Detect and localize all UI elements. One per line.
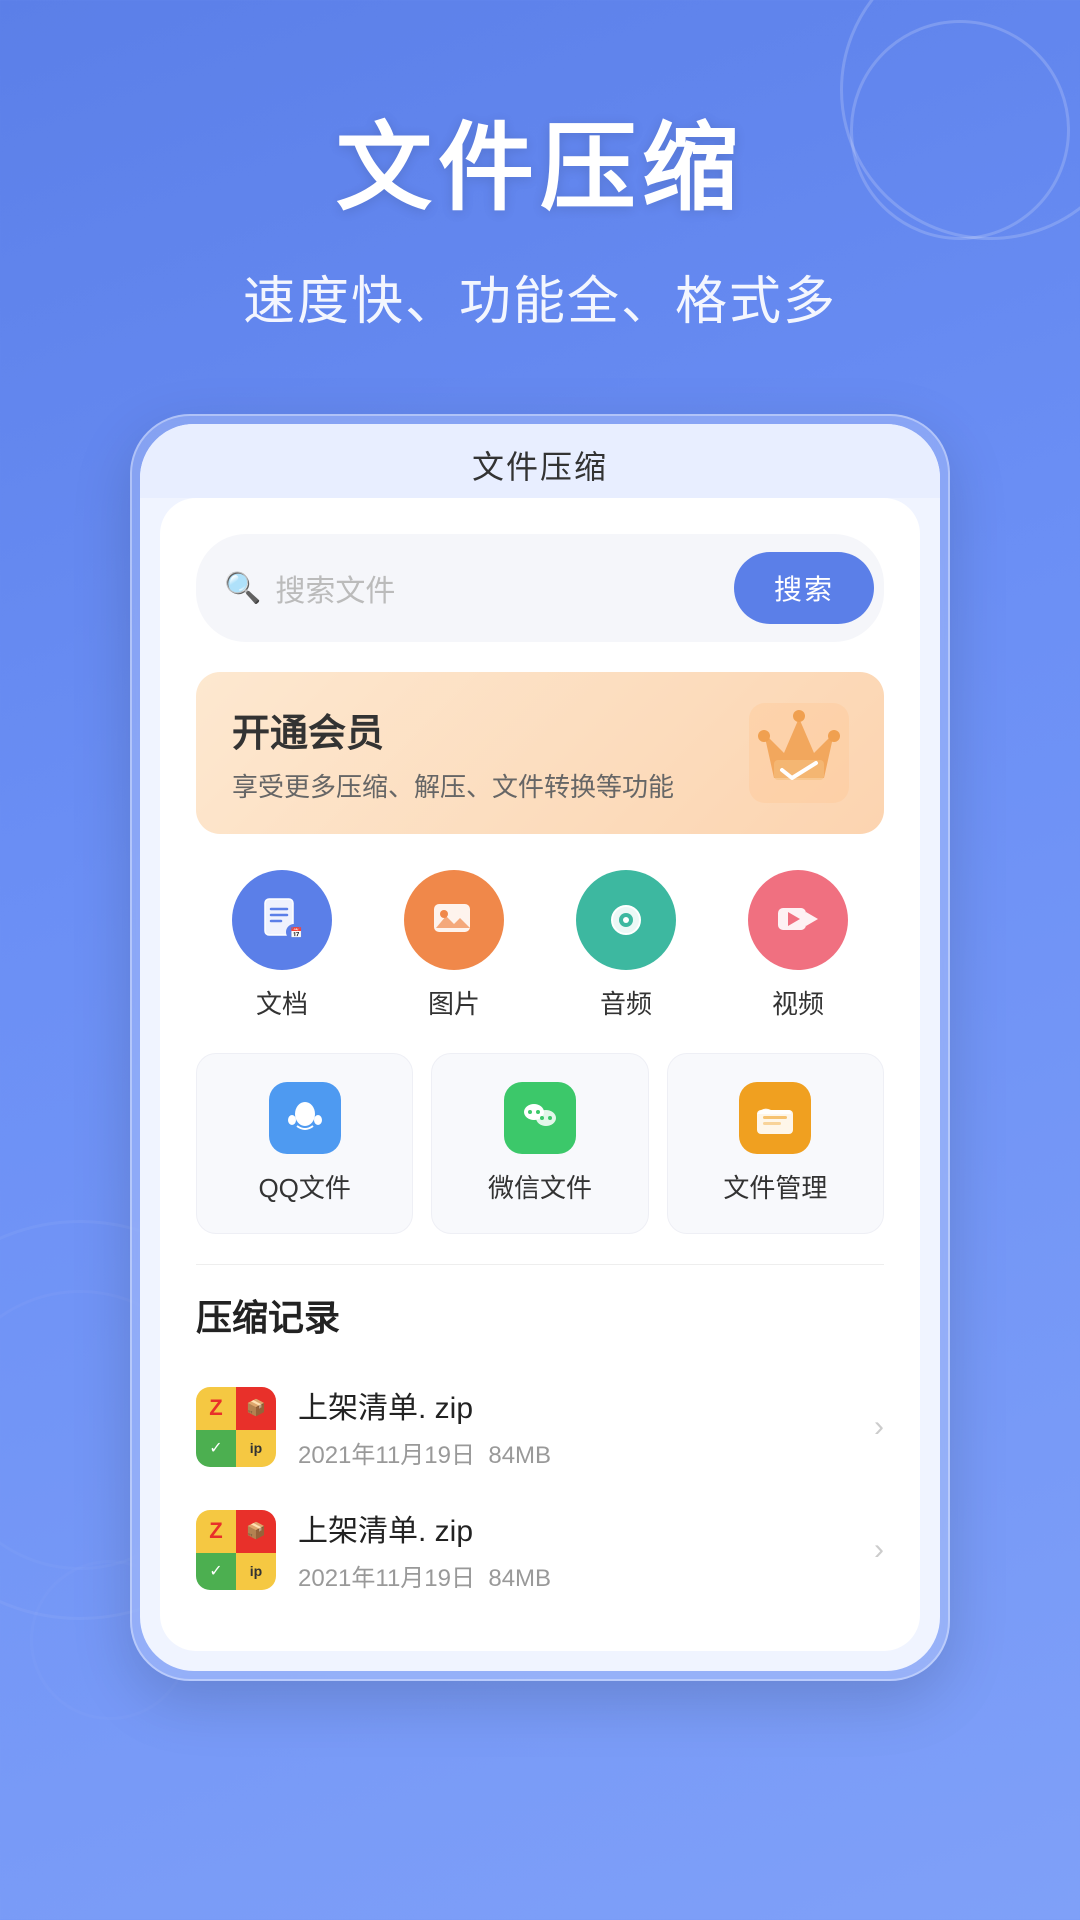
- phone-content: 🔍 搜索文件 搜索 开通会员 享受更多压缩、解压、文件转换等功能: [160, 498, 920, 1651]
- qq-label: QQ文件: [258, 1168, 350, 1205]
- subtitle: 速度快、功能全、格式多: [60, 259, 1020, 334]
- records-title: 压缩记录: [196, 1289, 884, 1341]
- category-audio[interactable]: 音频: [576, 870, 676, 1021]
- main-title: 文件压缩: [60, 90, 1020, 229]
- file-source-manager[interactable]: 文件管理: [667, 1053, 884, 1234]
- header-section: 文件压缩 速度快、功能全、格式多: [0, 0, 1080, 384]
- audio-label: 音频: [600, 984, 652, 1021]
- phone-frame: 文件压缩 🔍 搜索文件 搜索 开通会员 享受更多压缩、解压、文件转换等功能: [130, 414, 950, 1681]
- img-label: 图片: [428, 984, 480, 1021]
- search-placeholder: 搜索文件: [275, 566, 720, 610]
- manager-icon: [739, 1082, 811, 1154]
- manager-label: 文件管理: [723, 1168, 827, 1205]
- record-meta-1: 2021年11月19日 84MB: [298, 1435, 852, 1470]
- file-source-qq[interactable]: QQ文件: [196, 1053, 413, 1234]
- phone-mockup: 文件压缩 🔍 搜索文件 搜索 开通会员 享受更多压缩、解压、文件转换等功能: [130, 414, 950, 1681]
- record-name-1: 上架清单. zip: [298, 1383, 852, 1427]
- chevron-right-icon-1: ›: [874, 1410, 884, 1444]
- record-meta-2: 2021年11月19日 84MB: [298, 1558, 852, 1593]
- record-info-2: 上架清单. zip 2021年11月19日 84MB: [298, 1506, 852, 1593]
- record-item[interactable]: Z 📦 ✓ ip 上架清单. zip 2021年11月19日 84MB ›: [196, 1365, 884, 1488]
- svg-text:📅: 📅: [290, 926, 302, 939]
- img-icon: [404, 870, 504, 970]
- video-label: 视频: [772, 984, 824, 1021]
- app-title: 文件压缩: [180, 442, 900, 488]
- file-source-grid: QQ文件 微信: [196, 1053, 884, 1234]
- chevron-right-icon-2: ›: [874, 1533, 884, 1567]
- category-row: 📅 文档 图片: [196, 870, 884, 1021]
- file-source-wechat[interactable]: 微信文件: [431, 1053, 648, 1234]
- vip-crown-icon: [744, 698, 854, 808]
- record-info-1: 上架清单. zip 2021年11月19日 84MB: [298, 1383, 852, 1470]
- audio-icon: [576, 870, 676, 970]
- wechat-label: 微信文件: [488, 1168, 592, 1205]
- qq-icon: [269, 1082, 341, 1154]
- divider: [196, 1264, 884, 1265]
- category-doc[interactable]: 📅 文档: [232, 870, 332, 1021]
- record-item-2[interactable]: Z 📦 ✓ ip 上架清单. zip 2021年11月19日 84MB ›: [196, 1488, 884, 1611]
- search-button[interactable]: 搜索: [734, 552, 874, 624]
- phone-inner: 文件压缩 🔍 搜索文件 搜索 开通会员 享受更多压缩、解压、文件转换等功能: [140, 424, 940, 1671]
- vip-banner[interactable]: 开通会员 享受更多压缩、解压、文件转换等功能: [196, 672, 884, 834]
- zip-icon-2: Z 📦 ✓ ip: [196, 1510, 276, 1590]
- search-bar: 🔍 搜索文件 搜索: [196, 534, 884, 642]
- doc-label: 文档: [256, 984, 308, 1021]
- search-icon: 🔍: [224, 571, 261, 606]
- record-name-2: 上架清单. zip: [298, 1506, 852, 1550]
- category-img[interactable]: 图片: [404, 870, 504, 1021]
- zip-icon-1: Z 📦 ✓ ip: [196, 1387, 276, 1467]
- category-video[interactable]: 视频: [748, 870, 848, 1021]
- doc-icon: 📅: [232, 870, 332, 970]
- wechat-icon: [504, 1082, 576, 1154]
- video-icon: [748, 870, 848, 970]
- phone-top-bar: 文件压缩: [140, 424, 940, 498]
